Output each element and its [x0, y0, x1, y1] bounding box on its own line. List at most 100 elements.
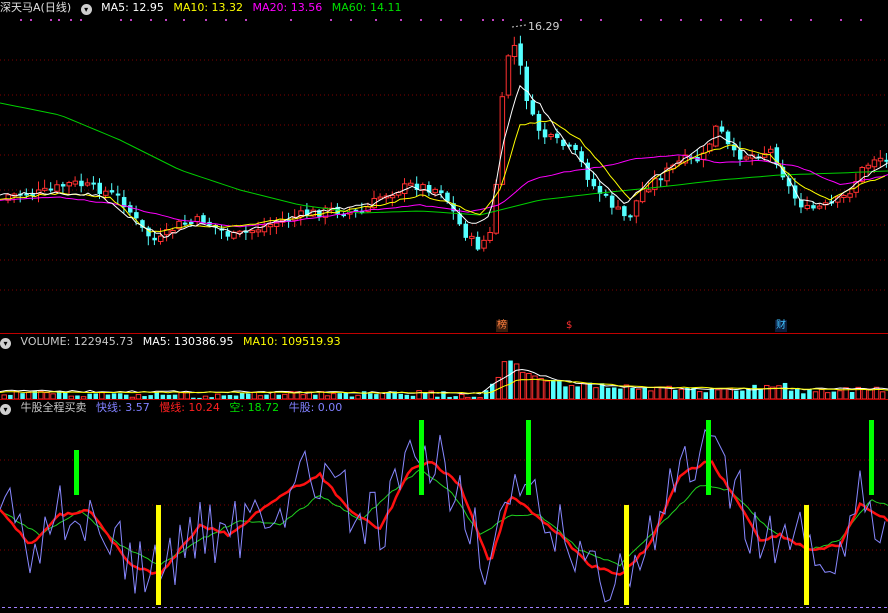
kong-label: 空: 18.72 — [229, 401, 280, 414]
volume-bar — [782, 382, 788, 399]
volume-bar — [557, 381, 562, 399]
sell-signal-bar — [526, 420, 531, 495]
candle-up — [249, 230, 255, 234]
baseline-dot — [758, 607, 761, 608]
baseline-dot — [860, 607, 863, 608]
candle-up — [273, 222, 280, 227]
volume-bar — [575, 386, 580, 399]
volume-bar — [612, 387, 617, 399]
volume-bar — [788, 390, 794, 399]
candle-up — [66, 182, 72, 187]
signal-dot — [482, 19, 484, 21]
fast-line-label: 快线: 3.57 — [96, 401, 150, 414]
baseline-dot — [56, 607, 59, 608]
baseline-dot — [296, 607, 299, 608]
baseline-dot — [416, 607, 419, 608]
indicator-chart[interactable] — [0, 415, 888, 613]
baseline-dot — [620, 607, 623, 608]
signal-dot — [810, 19, 812, 21]
baseline-dot — [242, 607, 245, 608]
baseline-dot — [824, 607, 827, 608]
candle-down — [530, 100, 536, 115]
volume-chart[interactable] — [0, 349, 888, 399]
candle-up — [267, 223, 274, 228]
candle-down — [573, 144, 578, 150]
candle-up — [847, 193, 853, 198]
baseline-dot — [548, 607, 551, 608]
candle-down — [518, 43, 523, 66]
chart-title: 深天马A(日线) — [0, 1, 72, 14]
volume-bar — [818, 388, 825, 399]
volume-bar — [831, 391, 837, 399]
candle-down — [738, 149, 743, 160]
price-panel[interactable]: 深天马A(日线) ▾ MA5: 12.95 MA10: 13.32 MA20: … — [0, 0, 888, 333]
candle-down — [524, 66, 529, 101]
baseline-dot — [260, 607, 263, 608]
volume-bar — [795, 388, 800, 399]
baseline-dot — [146, 607, 149, 608]
candle-up — [54, 184, 60, 192]
buy-signal-bar — [624, 505, 629, 605]
marker-bang[interactable]: 榜 — [496, 320, 508, 332]
candle-up — [877, 157, 884, 162]
baseline-dot — [278, 607, 281, 608]
baseline-dot — [770, 607, 773, 608]
candle-up — [804, 204, 811, 210]
candle-down — [97, 182, 102, 194]
baseline-dot — [248, 607, 251, 608]
baseline-dot — [290, 607, 293, 608]
candle-down — [60, 184, 66, 187]
volume-bar — [660, 386, 666, 399]
signal-dot — [760, 19, 762, 21]
baseline-dot — [560, 607, 563, 608]
slow-line-label: 慢线: 10.24 — [159, 401, 220, 414]
volume-bar — [642, 387, 647, 399]
baseline-dot — [470, 607, 473, 608]
baseline-dot — [332, 607, 335, 608]
baseline-dot — [728, 607, 731, 608]
baseline-dot — [578, 607, 581, 608]
baseline-dot — [458, 607, 461, 608]
indicator-settings-icon[interactable]: ▾ — [0, 404, 11, 415]
candle-down — [622, 206, 627, 217]
baseline-dot — [320, 607, 323, 608]
volume-bar — [837, 390, 843, 399]
baseline-dot — [476, 607, 479, 608]
baseline-dot — [176, 607, 179, 608]
volume-settings-icon[interactable]: ▾ — [0, 338, 11, 349]
marker-cai[interactable]: 财 — [775, 320, 787, 332]
volume-bar — [715, 389, 721, 399]
baseline-dot — [284, 607, 287, 608]
volume-bar — [867, 388, 874, 399]
ma10-label: MA10: 13.32 — [173, 1, 244, 14]
baseline-dot — [224, 607, 227, 608]
volume-bar — [709, 388, 715, 399]
candle-up — [511, 44, 518, 58]
baseline-dot — [716, 607, 719, 608]
indicator-panel[interactable]: ▾ 牛股全程买卖 快线: 3.57 慢线: 10.24 空: 18.72 牛股:… — [0, 400, 888, 613]
marker-dollar[interactable]: $ — [565, 320, 573, 332]
baseline-dot — [674, 607, 677, 608]
ma20-label: MA20: 13.56 — [252, 1, 323, 14]
baseline-dot — [50, 607, 53, 608]
candle-up — [72, 180, 79, 185]
volume-bar — [696, 391, 703, 399]
volume-bar — [538, 378, 544, 399]
candle-down — [658, 178, 664, 181]
baseline-dot — [380, 607, 383, 608]
volume-panel[interactable]: ▾ VOLUME: 122945.73 MA5: 130386.95 MA10:… — [0, 334, 888, 399]
candlestick-chart[interactable] — [0, 15, 888, 333]
candle-down — [725, 131, 731, 145]
baseline-dot — [638, 607, 641, 608]
baseline-dot — [338, 607, 341, 608]
baseline-dot — [572, 607, 575, 608]
candle-up — [841, 194, 847, 198]
settings-circle-icon[interactable]: ▾ — [80, 4, 92, 15]
candle-down — [463, 223, 468, 238]
signal-dot — [20, 19, 22, 21]
volume-bar — [673, 389, 678, 399]
signal-dot — [492, 19, 494, 21]
signal-dot — [400, 19, 402, 21]
baseline-dot — [794, 607, 797, 608]
baseline-dot — [530, 607, 533, 608]
